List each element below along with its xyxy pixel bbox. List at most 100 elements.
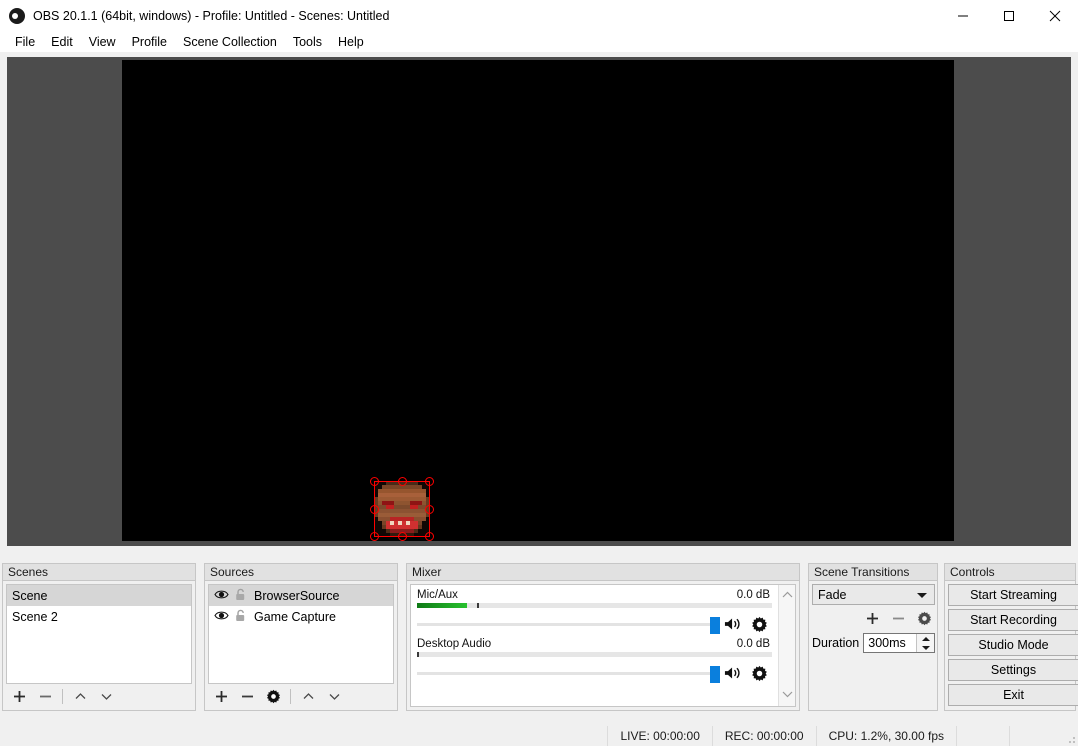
close-icon[interactable] — [1032, 0, 1078, 31]
mixer-track-mic-aux: Mic/Aux 0.0 dB — [417, 589, 772, 634]
selected-source-overlay[interactable] — [370, 477, 434, 541]
status-spacer-1 — [956, 726, 1009, 746]
menu-edit[interactable]: Edit — [43, 33, 81, 51]
menu-scene-collection[interactable]: Scene Collection — [175, 33, 285, 51]
mixer-scrollbar[interactable] — [778, 585, 795, 706]
menu-file[interactable]: File — [7, 33, 43, 51]
chevron-down-icon[interactable] — [321, 685, 347, 707]
chevron-up-icon[interactable] — [295, 685, 321, 707]
duration-label: Duration — [812, 636, 860, 650]
unlock-icon[interactable] — [235, 609, 246, 625]
source-list-item[interactable]: BrowserSource — [209, 585, 393, 606]
sources-dock: Sources BrowserSource Game Capture — [204, 563, 398, 711]
scenes-dock-title: Scenes — [2, 563, 196, 581]
gear-icon[interactable] — [746, 616, 772, 633]
chevron-up-icon[interactable] — [67, 685, 93, 707]
scene-list-item[interactable]: Scene — [7, 585, 191, 606]
toolbar-divider — [62, 688, 63, 704]
volume-slider[interactable] — [417, 664, 720, 683]
selection-bounding-box — [370, 477, 434, 541]
spinner-up-icon[interactable] — [921, 636, 930, 641]
chevron-down-icon[interactable] — [93, 685, 119, 707]
status-spacer-2 — [1009, 726, 1062, 746]
status-rec: REC: 00:00:00 — [711, 726, 816, 746]
gear-icon[interactable] — [260, 685, 286, 707]
speaker-icon[interactable] — [720, 616, 746, 632]
obs-logo-icon — [9, 7, 25, 24]
unlock-icon[interactable] — [235, 588, 246, 604]
settings-button[interactable]: Settings — [948, 659, 1078, 681]
transition-duration-row: Duration 300ms — [812, 633, 936, 653]
scene-item-label: Scene 2 — [12, 609, 58, 624]
duration-spinner[interactable]: 300ms — [863, 633, 936, 653]
minus-icon[interactable] — [234, 685, 260, 707]
preview-canvas[interactable] — [122, 60, 954, 541]
menu-view[interactable]: View — [81, 33, 124, 51]
spinner-arrows[interactable] — [916, 634, 935, 652]
plus-icon[interactable] — [859, 607, 885, 629]
resize-handle-top-left[interactable] — [370, 477, 379, 486]
scenes-list[interactable]: Scene Scene 2 — [6, 584, 192, 684]
speaker-icon[interactable] — [720, 665, 746, 681]
status-cpu: CPU: 1.2%, 30.00 fps — [815, 726, 956, 746]
gear-icon[interactable] — [746, 665, 772, 682]
volume-slider-handle[interactable] — [710, 666, 720, 683]
scene-transitions-dock: Scene Transitions Fade Duration 300ms — [808, 563, 938, 711]
mixer-track-db: 0.0 dB — [736, 589, 770, 601]
maximize-icon[interactable] — [986, 0, 1032, 31]
menu-bar: File Edit View Profile Scene Collection … — [0, 31, 1078, 52]
chevron-down-icon[interactable] — [781, 688, 794, 702]
volume-slider-handle[interactable] — [710, 617, 720, 634]
resize-grip[interactable] — [1062, 726, 1078, 746]
resize-handle-bottom-right[interactable] — [425, 532, 434, 541]
menu-help[interactable]: Help — [330, 33, 372, 51]
sources-dock-body: BrowserSource Game Capture — [204, 581, 398, 711]
scene-list-item[interactable]: Scene 2 — [7, 606, 191, 627]
plus-icon[interactable] — [6, 685, 32, 707]
mixer-track-desktop-audio: Desktop Audio 0.0 dB — [417, 638, 772, 683]
source-row-icons — [214, 588, 246, 604]
preview-area[interactable] — [7, 57, 1071, 546]
minus-icon[interactable] — [32, 685, 58, 707]
controls-dock-body: Start Streaming Start Recording Studio M… — [944, 581, 1078, 711]
duration-value: 300ms — [868, 636, 906, 650]
studio-mode-button[interactable]: Studio Mode — [948, 634, 1078, 656]
minus-icon[interactable] — [885, 607, 911, 629]
gear-icon[interactable] — [911, 607, 937, 629]
audio-level-fill — [417, 603, 467, 608]
menu-tools[interactable]: Tools — [285, 33, 330, 51]
mixer-track-controls — [417, 664, 772, 683]
mixer-track-header: Mic/Aux 0.0 dB — [417, 589, 772, 601]
resize-handle-bottom-center[interactable] — [397, 532, 407, 541]
volume-slider-groove — [417, 672, 720, 675]
resize-handle-middle-right[interactable] — [425, 504, 434, 514]
resize-handle-middle-left[interactable] — [370, 504, 379, 514]
mixer-track-header: Desktop Audio 0.0 dB — [417, 638, 772, 650]
sources-list[interactable]: BrowserSource Game Capture — [208, 584, 394, 684]
transition-select[interactable]: Fade — [812, 584, 935, 605]
mixer-track-controls — [417, 615, 772, 634]
exit-button[interactable]: Exit — [948, 684, 1078, 706]
controls-dock: Controls Start Streaming Start Recording… — [944, 563, 1078, 711]
chevron-up-icon[interactable] — [781, 589, 794, 603]
source-list-item[interactable]: Game Capture — [209, 606, 393, 627]
resize-handle-top-center[interactable] — [397, 477, 407, 486]
resize-handle-bottom-left[interactable] — [370, 532, 379, 541]
minimize-icon[interactable] — [940, 0, 986, 31]
volume-slider[interactable] — [417, 615, 720, 634]
scenes-dock-body: Scene Scene 2 — [2, 581, 196, 711]
spinner-down-icon[interactable] — [921, 645, 930, 650]
transition-select-value: Fade — [818, 587, 847, 602]
eye-icon[interactable] — [214, 610, 229, 624]
menu-profile[interactable]: Profile — [124, 33, 175, 51]
plus-icon[interactable] — [208, 685, 234, 707]
start-streaming-button[interactable]: Start Streaming — [948, 584, 1078, 606]
mixer-dock-title: Mixer — [406, 563, 800, 581]
controls-dock-title: Controls — [944, 563, 1076, 581]
mixer-track-list: Mic/Aux 0.0 dB Desktop Audio 0.0 dB — [411, 585, 778, 706]
resize-handle-top-right[interactable] — [425, 477, 434, 486]
mixer-track-name: Desktop Audio — [417, 638, 492, 650]
sources-dock-title: Sources — [204, 563, 398, 581]
eye-icon[interactable] — [214, 589, 229, 603]
start-recording-button[interactable]: Start Recording — [948, 609, 1078, 631]
